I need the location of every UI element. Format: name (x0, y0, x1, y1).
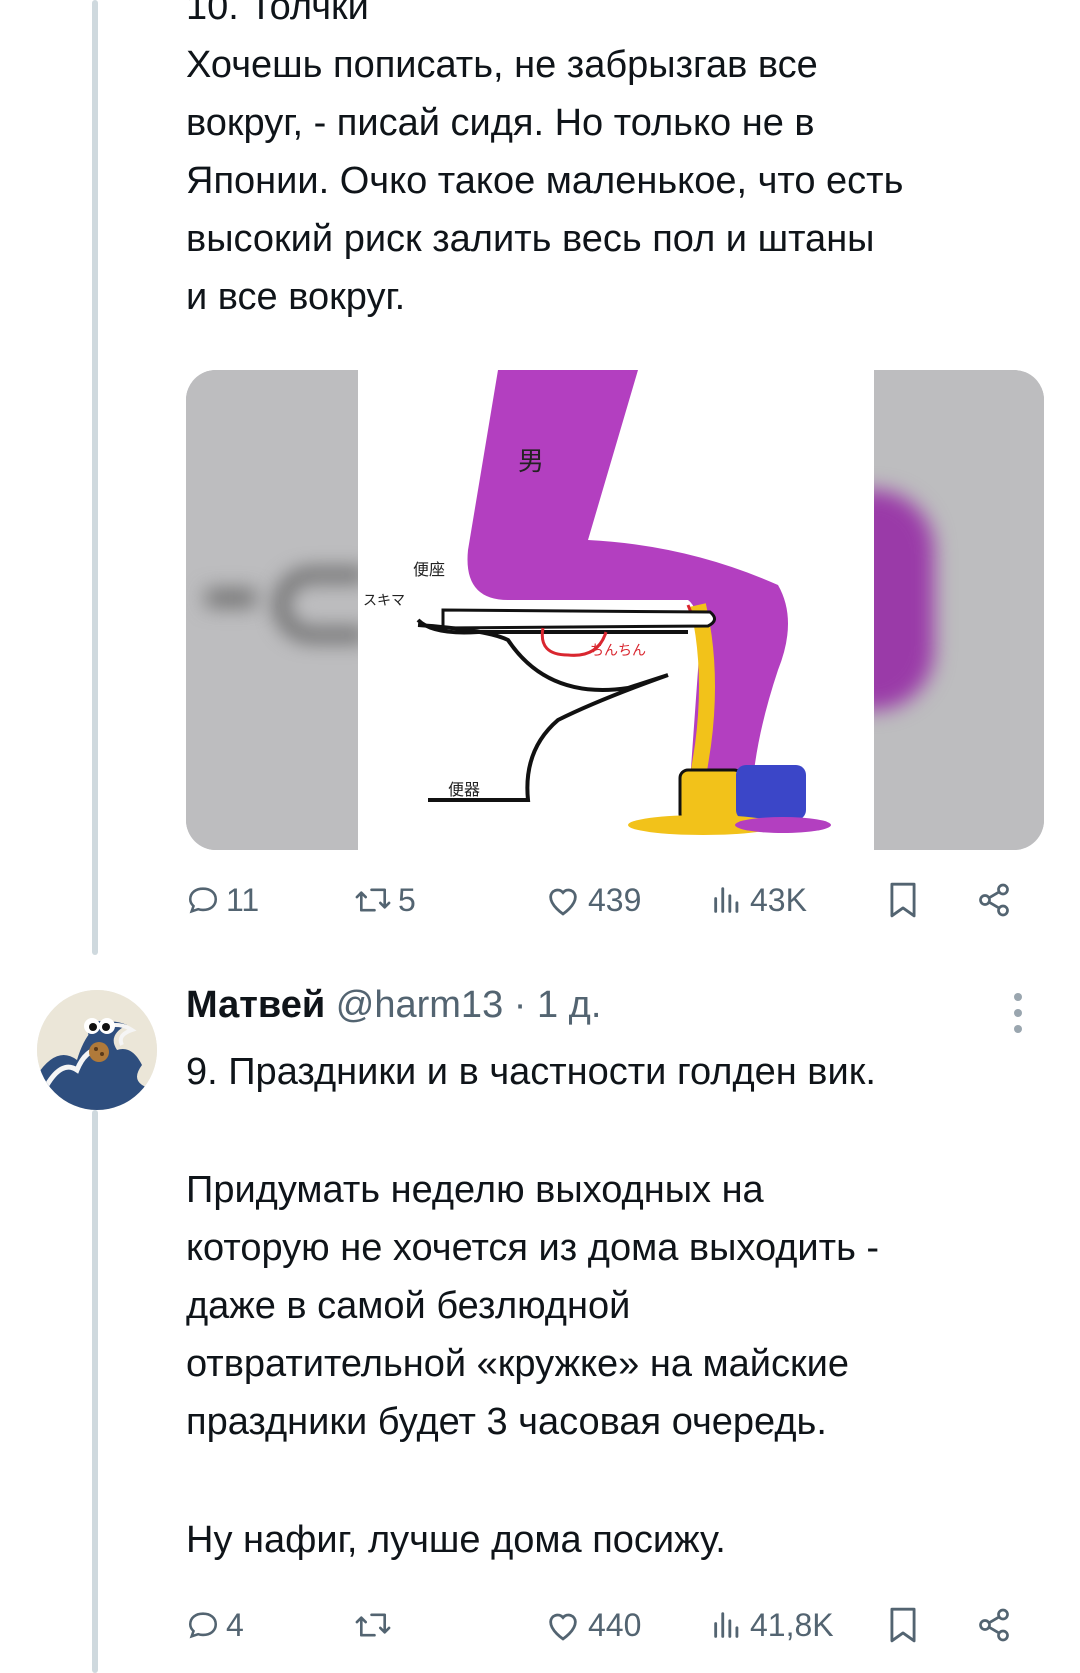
bookmark-button[interactable] (886, 1595, 920, 1655)
views-count: 41,8K (750, 1606, 834, 1643)
label-toilet: 便器 (448, 780, 480, 799)
repost-button[interactable] (354, 1595, 398, 1655)
image-blur-left (186, 370, 366, 850)
label-seat: 便座 (413, 560, 445, 579)
post-text: 10. Толчки Хочешь пописать, не забрызгав… (186, 0, 1046, 326)
post-title: 10. Толчки (186, 0, 369, 28)
like-button[interactable]: 439 (544, 870, 641, 930)
reply-header: Матвей @harm13 · 1 д. (186, 980, 601, 1030)
like-button[interactable]: 440 (544, 1595, 641, 1655)
reply-count: 4 (226, 1606, 244, 1643)
reply-text: 9. Праздники и в частности голден вик. П… (186, 1043, 1046, 1569)
toilet-diagram-svg: 男 便座 スキマ ちんちん 便器 (363, 370, 831, 835)
post-line: Японии. Очко такое маленькое, что есть (186, 160, 904, 202)
reply-actions: 4 440 41,8K (186, 1595, 1026, 1655)
reply-line: которую не хочется из дома выходить - (186, 1227, 880, 1269)
label-gap: スキマ (363, 593, 405, 609)
share-icon (976, 882, 1012, 918)
reply-button[interactable]: 4 (186, 1595, 244, 1655)
thread-line (92, 0, 98, 955)
post-line: Хочешь пописать, не забрызгав все (186, 44, 818, 86)
repost-count: 5 (398, 881, 416, 918)
like-count: 440 (588, 1606, 642, 1643)
thread-line (92, 1110, 98, 1673)
repost-icon (354, 1608, 392, 1642)
post-line: высокий риск залить весь пол и штаны (186, 218, 875, 260)
reply-count: 11 (226, 881, 260, 918)
image-blur-right (854, 370, 1044, 850)
post-actions: 11 5 439 43K (186, 870, 1026, 930)
reply-paragraph: 9. Праздники и в частности голден вик. (186, 1051, 876, 1093)
views-button[interactable]: 43K (710, 870, 807, 930)
author-handle[interactable]: @harm13 (336, 984, 503, 1026)
like-count: 439 (588, 881, 642, 918)
reply-paragraph: Ну нафиг, лучше дома посижу. (186, 1519, 726, 1561)
bookmark-button[interactable] (886, 870, 920, 930)
toilet-diagram: 男 便座 スキマ ちんちん 便器 (358, 370, 874, 850)
reply-icon (186, 1608, 220, 1642)
share-button[interactable] (976, 870, 1012, 930)
label-chinchin: ちんちん (590, 643, 646, 659)
reply-icon (186, 883, 220, 917)
post-time[interactable]: 1 д. (537, 984, 601, 1026)
views-icon (710, 883, 744, 917)
reply-line: Придумать неделю выходных на (186, 1169, 764, 1211)
post-image[interactable]: 男 便座 スキマ ちんちん 便器 (186, 370, 1044, 850)
reply-button[interactable]: 11 (186, 870, 259, 930)
header-separator: · (513, 984, 527, 1026)
more-icon[interactable] (1010, 993, 1026, 1037)
avatar-wave-image (37, 990, 157, 1110)
author-name[interactable]: Матвей (186, 984, 325, 1026)
share-icon (976, 1607, 1012, 1643)
views-icon (710, 1608, 744, 1642)
heart-icon (544, 883, 582, 917)
reply-line: отвратительной «кружке» на майские (186, 1343, 850, 1385)
reply-line: даже в самой безлюдной (186, 1285, 631, 1327)
repost-button[interactable]: 5 (354, 870, 416, 930)
label-man: 男 (518, 447, 544, 477)
bookmark-icon (886, 1606, 920, 1644)
views-button[interactable]: 41,8K (710, 1595, 834, 1655)
heart-icon (544, 1608, 582, 1642)
share-button[interactable] (976, 1595, 1012, 1655)
repost-icon (354, 883, 392, 917)
post-line: вокруг, - писай сидя. Но только не в (186, 102, 815, 144)
avatar[interactable] (37, 990, 157, 1110)
reply-line: праздники будет 3 часовая очередь. (186, 1401, 827, 1443)
bookmark-icon (886, 881, 920, 919)
views-count: 43K (750, 881, 807, 918)
post-line: и все вокруг. (186, 276, 406, 318)
